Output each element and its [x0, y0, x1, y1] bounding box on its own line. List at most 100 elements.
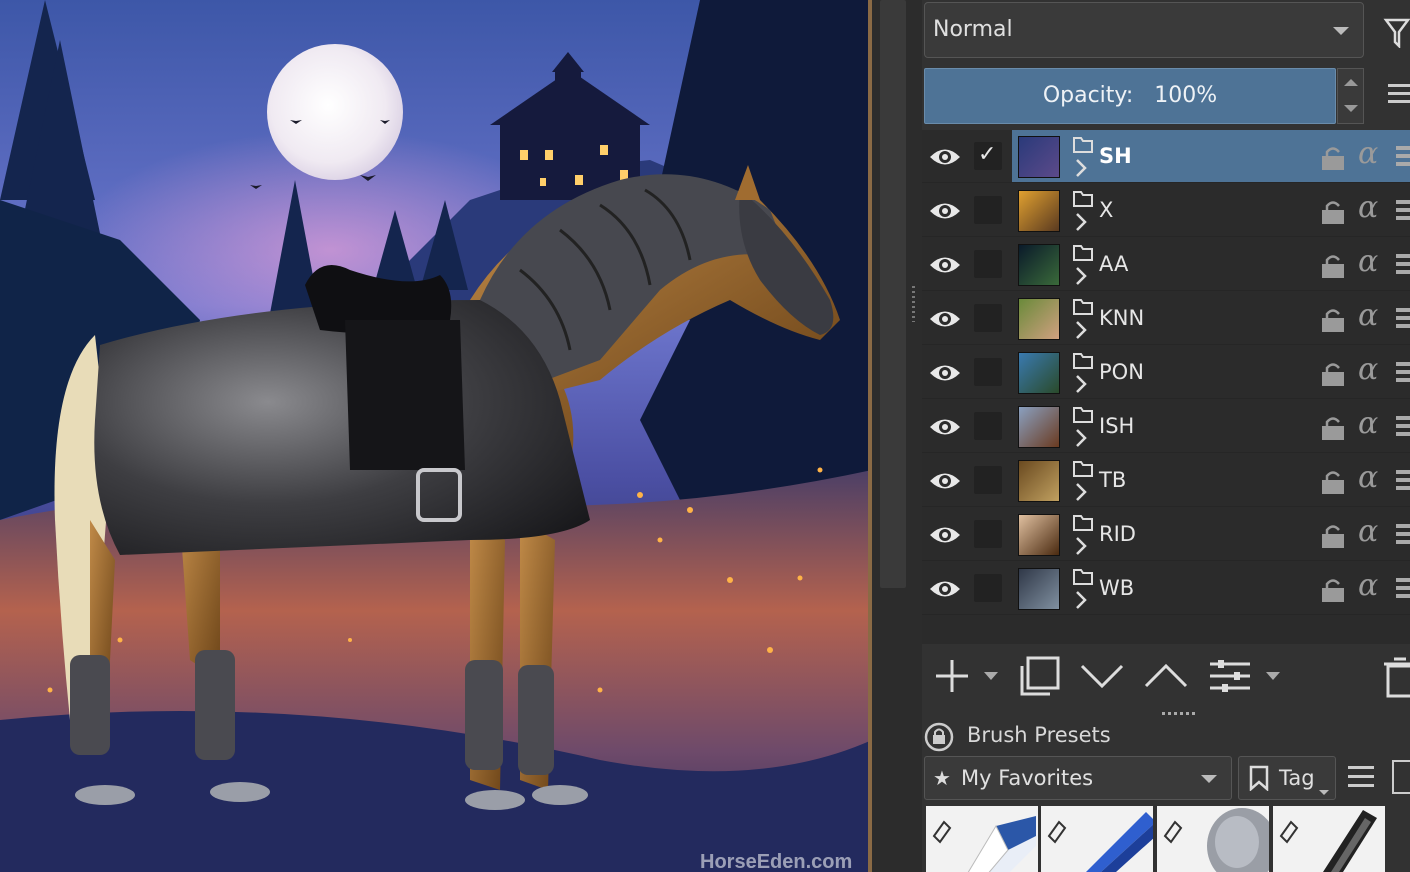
- lock-icon[interactable]: [1320, 470, 1346, 494]
- lock-icon[interactable]: [1320, 578, 1346, 602]
- layer-name[interactable]: RID: [1099, 522, 1136, 546]
- tag-button[interactable]: Tag: [1238, 756, 1336, 800]
- group-folder-icon[interactable]: [1072, 566, 1094, 612]
- properties-dropdown-icon[interactable]: [1266, 672, 1280, 682]
- group-folder-icon[interactable]: [1072, 296, 1094, 342]
- delete-layer-icon[interactable]: [1384, 656, 1410, 698]
- visibility-eye-icon[interactable]: [928, 574, 962, 604]
- layer-row[interactable]: AA α: [922, 238, 1410, 291]
- layer-more-icon[interactable]: [1396, 254, 1410, 276]
- layer-checkbox[interactable]: [974, 412, 1002, 440]
- layer-more-icon[interactable]: [1396, 470, 1410, 492]
- opacity-slider[interactable]: Opacity: 100%: [924, 68, 1336, 124]
- filter-icon[interactable]: [1380, 8, 1410, 48]
- alpha-lock-icon[interactable]: α: [1358, 244, 1378, 279]
- visibility-eye-icon[interactable]: [928, 358, 962, 388]
- layer-more-icon[interactable]: [1396, 416, 1410, 438]
- alpha-lock-icon[interactable]: α: [1358, 190, 1378, 225]
- opacity-spinner[interactable]: [1337, 68, 1364, 124]
- layer-name[interactable]: TB: [1099, 468, 1126, 492]
- layer-checkbox[interactable]: [974, 574, 1002, 602]
- layer-row[interactable]: Xα: [922, 184, 1410, 237]
- group-folder-icon[interactable]: [1072, 350, 1094, 396]
- layer-more-icon[interactable]: [1396, 146, 1410, 168]
- lock-icon[interactable]: [1320, 254, 1346, 278]
- layer-row[interactable]: RID α: [922, 508, 1410, 561]
- brush-presets-menu-icon[interactable]: [1348, 766, 1374, 788]
- layer-checkbox[interactable]: [974, 304, 1002, 332]
- alpha-lock-icon[interactable]: α: [1358, 568, 1378, 603]
- layer-properties-icon[interactable]: [1208, 658, 1252, 694]
- layer-checkbox[interactable]: [974, 520, 1002, 548]
- tag-filter-dropdown[interactable]: ★ My Favorites: [924, 756, 1232, 800]
- lock-icon[interactable]: [1320, 146, 1346, 170]
- layer-name[interactable]: PON: [1099, 360, 1144, 384]
- eraser-brush-preset[interactable]: [926, 806, 1038, 872]
- marker-brush-preset[interactable]: [1041, 806, 1153, 872]
- spin-down-icon[interactable]: [1344, 105, 1358, 112]
- layer-checkbox[interactable]: [974, 466, 1002, 494]
- layer-name[interactable]: X: [1099, 198, 1113, 222]
- alpha-lock-icon[interactable]: α: [1358, 460, 1378, 495]
- layer-more-icon[interactable]: [1396, 524, 1410, 546]
- layer-row[interactable]: PON α: [922, 346, 1410, 399]
- alpha-lock-icon[interactable]: α: [1358, 406, 1378, 441]
- lock-icon[interactable]: [1320, 308, 1346, 332]
- layers-menu-icon[interactable]: [1388, 84, 1410, 106]
- lock-icon[interactable]: [1320, 416, 1346, 440]
- group-folder-icon[interactable]: [1072, 404, 1094, 450]
- layer-more-icon[interactable]: [1396, 578, 1410, 600]
- layer-name[interactable]: AA: [1099, 252, 1128, 276]
- layer-more-icon[interactable]: [1396, 362, 1410, 384]
- layer-name[interactable]: WB: [1099, 576, 1134, 600]
- duplicate-layer-icon[interactable]: [1018, 656, 1062, 698]
- lock-docker-icon[interactable]: [924, 722, 954, 752]
- splitter-grip[interactable]: [912, 286, 915, 322]
- lock-icon[interactable]: [1320, 200, 1346, 224]
- group-folder-icon[interactable]: [1072, 188, 1094, 234]
- layer-checkbox[interactable]: [974, 196, 1002, 224]
- add-layer-icon[interactable]: [932, 656, 972, 696]
- group-folder-icon[interactable]: [1072, 512, 1094, 558]
- layer-row[interactable]: ✓ SH α: [922, 130, 1410, 183]
- canvas-view[interactable]: HorseEden.com: [0, 0, 872, 872]
- layer-checkbox[interactable]: [974, 250, 1002, 278]
- layer-name[interactable]: ISH: [1099, 414, 1134, 438]
- layer-row[interactable]: ISH α: [922, 400, 1410, 453]
- canvas-scrollbar[interactable]: [880, 0, 906, 588]
- alpha-lock-icon[interactable]: α: [1358, 352, 1378, 387]
- panel-resize-grip[interactable]: [1162, 712, 1198, 715]
- alpha-lock-icon[interactable]: α: [1358, 136, 1378, 171]
- spin-up-icon[interactable]: [1344, 79, 1358, 86]
- move-up-icon[interactable]: [1144, 662, 1188, 690]
- add-layer-dropdown-icon[interactable]: [984, 672, 998, 682]
- visibility-eye-icon[interactable]: [928, 142, 962, 172]
- layer-row[interactable]: KNN α: [922, 292, 1410, 345]
- blend-mode-dropdown[interactable]: Normal: [924, 2, 1364, 58]
- pen-brush-preset[interactable]: [1273, 806, 1385, 872]
- visibility-eye-icon[interactable]: [928, 466, 962, 496]
- layer-name[interactable]: SH: [1099, 144, 1132, 168]
- visibility-eye-icon[interactable]: [928, 412, 962, 442]
- visibility-eye-icon[interactable]: [928, 520, 962, 550]
- layer-list[interactable]: ✓ SH α Xα AA α KNN α PON α ISH α TB α RID α WB α: [922, 130, 1410, 644]
- visibility-eye-icon[interactable]: [928, 304, 962, 334]
- view-mode-icon[interactable]: [1392, 760, 1410, 794]
- layer-row[interactable]: TB α: [922, 454, 1410, 507]
- layer-more-icon[interactable]: [1396, 200, 1410, 222]
- move-down-icon[interactable]: [1080, 662, 1124, 690]
- alpha-lock-icon[interactable]: α: [1358, 514, 1378, 549]
- layer-checkbox[interactable]: [974, 358, 1002, 386]
- group-folder-icon[interactable]: [1072, 242, 1094, 288]
- airbrush-brush-preset[interactable]: [1157, 806, 1269, 872]
- visibility-eye-icon[interactable]: [928, 250, 962, 280]
- visibility-eye-icon[interactable]: [928, 196, 962, 226]
- lock-icon[interactable]: [1320, 362, 1346, 386]
- layer-row[interactable]: WB α: [922, 562, 1410, 615]
- group-folder-icon[interactable]: [1072, 458, 1094, 504]
- layer-checkbox[interactable]: ✓: [974, 142, 1002, 170]
- alpha-lock-icon[interactable]: α: [1358, 298, 1378, 333]
- layer-more-icon[interactable]: [1396, 308, 1410, 330]
- group-folder-icon[interactable]: [1072, 134, 1094, 180]
- layer-name[interactable]: KNN: [1099, 306, 1144, 330]
